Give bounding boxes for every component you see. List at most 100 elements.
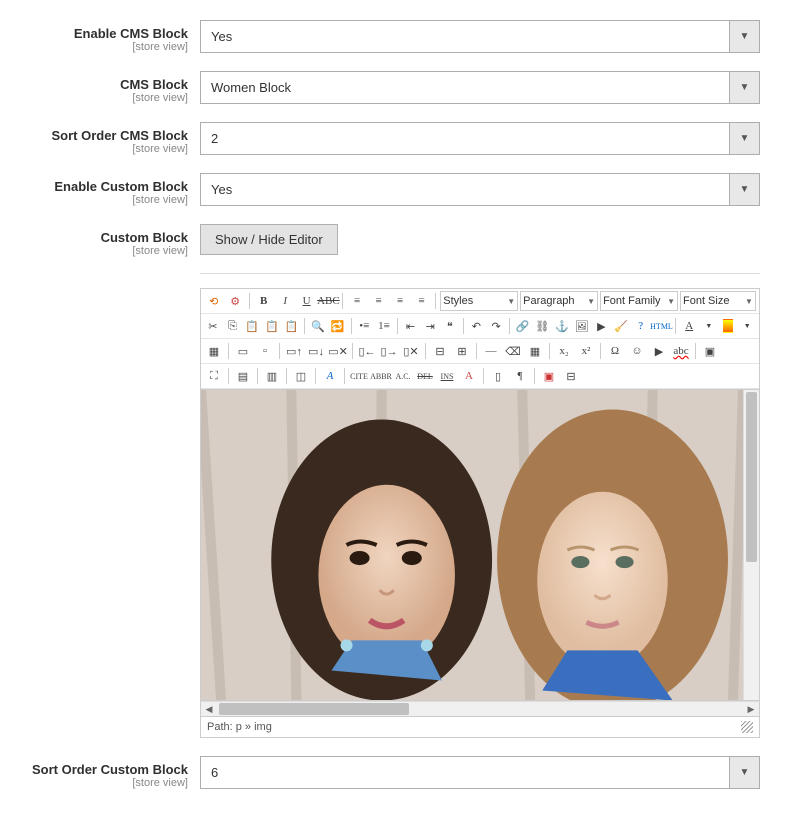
styles-select[interactable]: Styles▼	[440, 291, 518, 311]
bg-color-icon[interactable]	[723, 319, 734, 333]
input-col: Yes ▼	[200, 173, 760, 206]
cite-icon[interactable]: CITE	[349, 366, 369, 386]
move-backward-icon[interactable]: ▥	[262, 366, 282, 386]
widget-icon[interactable]: ⟲	[204, 291, 223, 311]
style-props-icon[interactable]: A	[320, 366, 340, 386]
scroll-right-icon[interactable]: ▶	[743, 702, 759, 716]
delete-col-icon[interactable]: ▯✕	[401, 341, 421, 361]
blockquote-icon[interactable]: ❝	[441, 316, 459, 336]
ins-icon[interactable]: INS	[437, 366, 457, 386]
anchor-icon[interactable]: ⚓	[553, 316, 571, 336]
indent-icon[interactable]: ⇥	[421, 316, 439, 336]
pagebreak-icon[interactable]: ⊟	[561, 366, 581, 386]
insert-col-after-icon[interactable]: ▯→	[379, 341, 399, 361]
toggle-editor-button[interactable]: Show / Hide Editor	[200, 224, 338, 255]
underline-icon[interactable]: U	[297, 291, 316, 311]
undo-icon[interactable]: ↶	[468, 316, 486, 336]
text-color-icon[interactable]: A	[680, 316, 698, 336]
cleanup-icon[interactable]: 🧹	[612, 316, 630, 336]
superscript-icon[interactable]: x²	[576, 341, 596, 361]
strikethrough-icon[interactable]: ABC	[318, 291, 338, 311]
cut-icon[interactable]: ✂	[204, 316, 222, 336]
iespell-icon[interactable]: abc	[671, 341, 691, 361]
charmap-icon[interactable]: Ω	[605, 341, 625, 361]
bullet-list-icon[interactable]: •≡	[355, 316, 373, 336]
field-enable-cms-block: Enable CMS Block [store view] Yes ▼	[30, 20, 765, 53]
del-icon[interactable]: DEL	[415, 366, 435, 386]
find-icon[interactable]: 🔍	[309, 316, 327, 336]
attribs-icon[interactable]: A	[459, 366, 479, 386]
media-icon[interactable]: ▶	[592, 316, 610, 336]
replace-icon[interactable]: 🔁	[329, 316, 347, 336]
paste-icon[interactable]: 📋	[243, 316, 261, 336]
enable-cms-block-select[interactable]: Yes ▼	[200, 20, 760, 53]
select-value: 6	[201, 765, 729, 780]
number-list-icon[interactable]: 1≡	[375, 316, 393, 336]
fullscreen-icon[interactable]: ⛶	[204, 366, 224, 386]
format-select[interactable]: Paragraph▼	[520, 291, 598, 311]
nonbreaking-icon[interactable]: ¶	[510, 366, 530, 386]
subscript-icon[interactable]: x₂	[554, 341, 574, 361]
insert-row-after-icon[interactable]: ▭↓	[306, 341, 326, 361]
separator	[228, 368, 229, 384]
delete-row-icon[interactable]: ▭✕	[328, 341, 348, 361]
chevron-down-icon[interactable]: ▼	[700, 316, 718, 336]
insert-col-before-icon[interactable]: ▯←	[357, 341, 377, 361]
align-right-icon[interactable]: ≡	[390, 291, 409, 311]
unlink-icon[interactable]: ⛓	[533, 316, 551, 336]
variable-icon[interactable]: ⚙	[225, 291, 244, 311]
scrollbar-thumb[interactable]	[219, 703, 409, 715]
editor-content[interactable]	[201, 390, 743, 700]
insert-row-before-icon[interactable]: ▭↑	[284, 341, 304, 361]
resize-grip-icon[interactable]	[741, 721, 753, 733]
sort-order-custom-select[interactable]: 6 ▼	[200, 756, 760, 789]
cms-block-select[interactable]: Women Block ▼	[200, 71, 760, 104]
bold-icon[interactable]: B	[254, 291, 273, 311]
visualchars-icon[interactable]: ▯	[488, 366, 508, 386]
paste-word-icon[interactable]: 📋	[283, 316, 301, 336]
enable-custom-block-select[interactable]: Yes ▼	[200, 173, 760, 206]
remove-format-icon[interactable]: ⌫	[503, 341, 523, 361]
redo-icon[interactable]: ↷	[487, 316, 505, 336]
align-justify-icon[interactable]: ≡	[412, 291, 431, 311]
row-props-icon[interactable]: ▭	[233, 341, 253, 361]
emoticon-icon[interactable]: ☺	[627, 341, 647, 361]
separator	[695, 343, 696, 359]
template-icon[interactable]: ▣	[539, 366, 559, 386]
align-center-icon[interactable]: ≡	[369, 291, 388, 311]
horizontal-scrollbar[interactable]: ◀ ▶	[200, 701, 760, 717]
visual-aid-icon[interactable]: ▦	[525, 341, 545, 361]
absolute-icon[interactable]: ◫	[291, 366, 311, 386]
outdent-icon[interactable]: ⇤	[402, 316, 420, 336]
table-icon[interactable]: ▦	[204, 341, 224, 361]
copy-icon[interactable]: ⎘	[224, 316, 242, 336]
path-display[interactable]: Path: p » img	[207, 721, 272, 733]
vertical-scrollbar[interactable]	[743, 390, 759, 700]
font-family-select[interactable]: Font Family▼	[600, 291, 678, 311]
html-icon[interactable]: HTML	[651, 316, 671, 336]
sort-order-cms-select[interactable]: 2 ▼	[200, 122, 760, 155]
separator	[352, 343, 353, 359]
link-icon[interactable]: 🔗	[514, 316, 532, 336]
image-icon[interactable]: 🖼	[573, 316, 591, 336]
align-left-icon[interactable]: ≡	[347, 291, 366, 311]
cell-props-icon[interactable]: ▫	[255, 341, 275, 361]
hr-icon[interactable]: —	[481, 341, 501, 361]
merge-cells-icon[interactable]: ⊞	[452, 341, 472, 361]
abbr-icon[interactable]: ABBR	[371, 366, 391, 386]
italic-icon[interactable]: I	[275, 291, 294, 311]
help-icon[interactable]: ?	[632, 316, 650, 336]
chevron-down-icon[interactable]: ▼	[738, 316, 756, 336]
move-forward-icon[interactable]: ▤	[233, 366, 253, 386]
font-size-select[interactable]: Font Size▼	[680, 291, 756, 311]
media-browser-icon[interactable]: ▶	[649, 341, 669, 361]
chevron-down-icon: ▼	[729, 123, 759, 154]
field-sort-order-custom: Sort Order Custom Block [store view] 6 ▼	[30, 756, 765, 789]
layer-icon[interactable]: ▣	[700, 341, 720, 361]
field-scope: [store view]	[30, 92, 188, 104]
split-cells-icon[interactable]: ⊟	[430, 341, 450, 361]
scroll-left-icon[interactable]: ◀	[201, 702, 217, 716]
scrollbar-thumb[interactable]	[746, 392, 757, 562]
paste-text-icon[interactable]: 📋	[263, 316, 281, 336]
acronym-icon[interactable]: A.C.	[393, 366, 413, 386]
